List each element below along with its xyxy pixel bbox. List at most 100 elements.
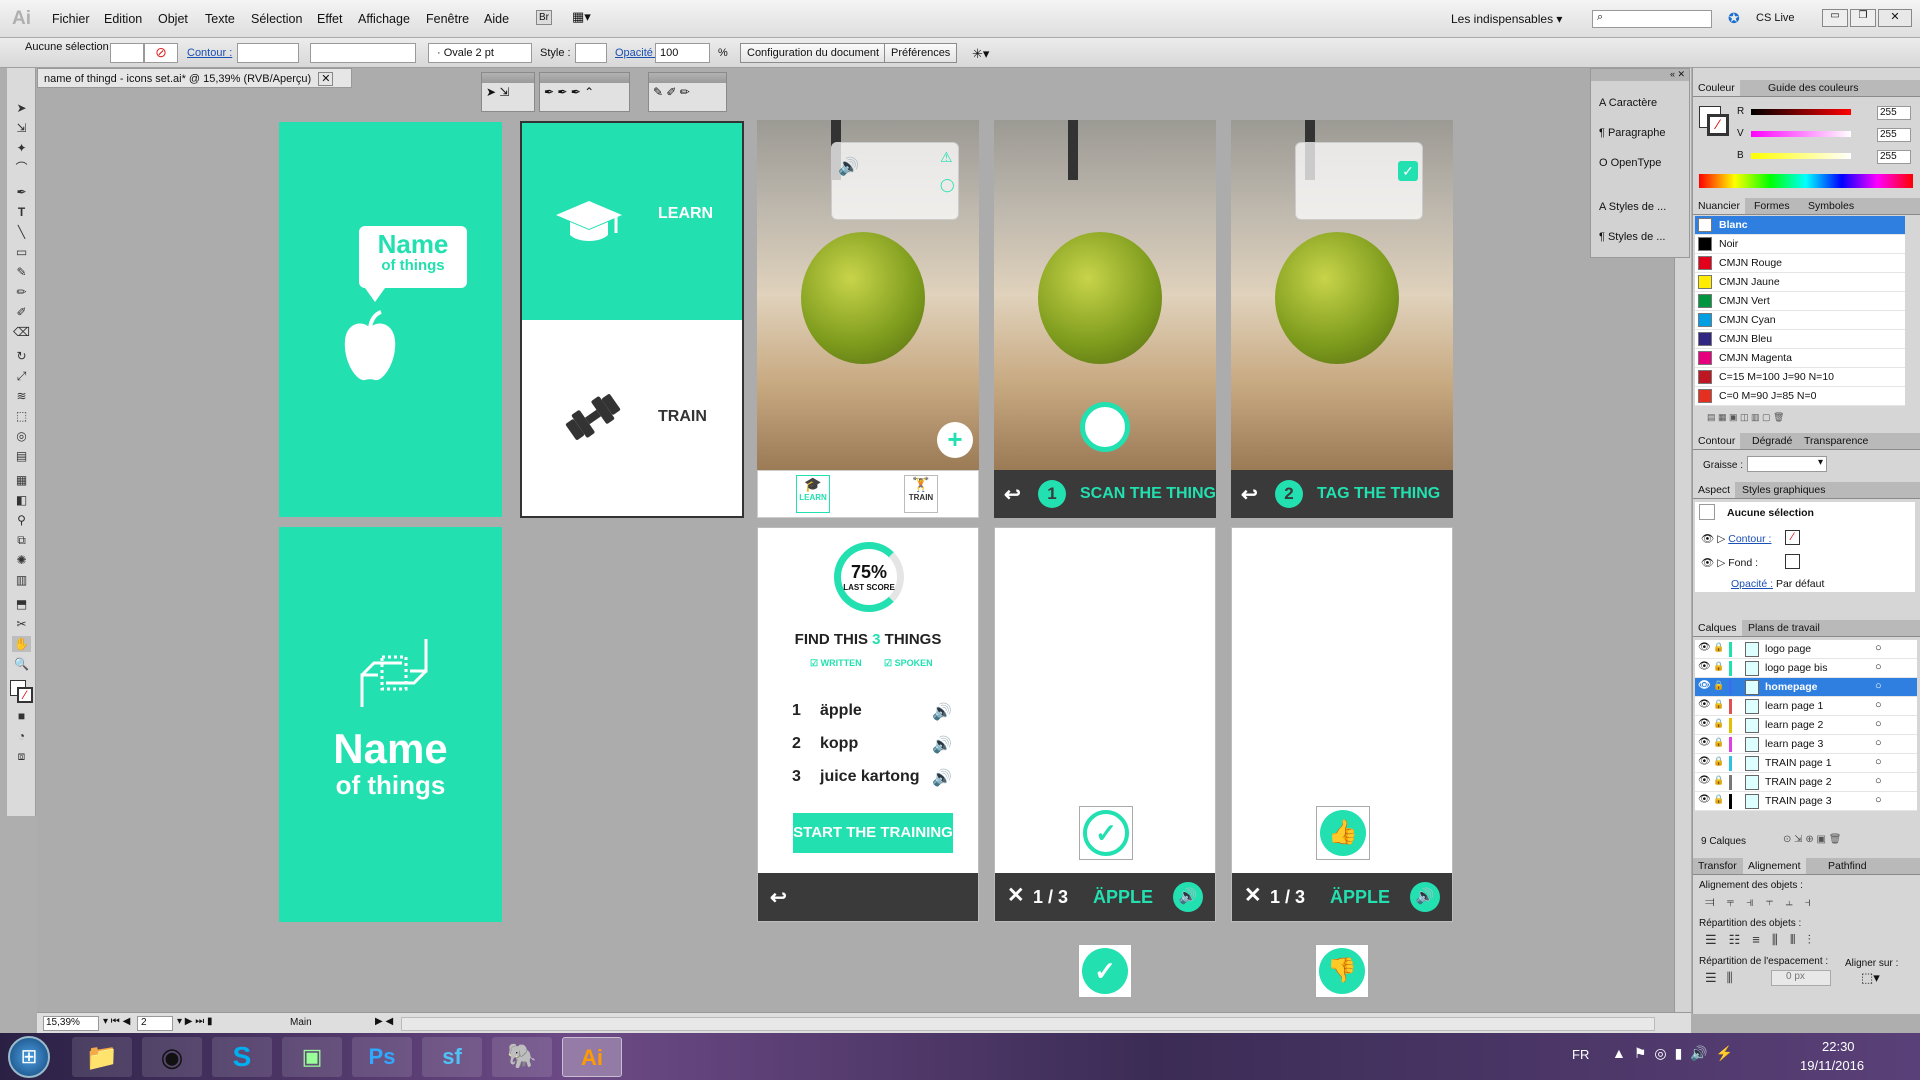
artboard-logo-page-bis[interactable]: Name of things [279,527,502,922]
layer-row[interactable]: 👁 🔒 learn page 2 ○ [1695,716,1917,735]
menu-texte[interactable]: Texte [205,12,235,26]
artboard-nav-icons[interactable]: ▾ ▶ ⏭ ▮ [177,1016,213,1027]
layer-target-icon[interactable]: ○ [1875,680,1882,692]
lock-icon[interactable]: 🔒 [1713,661,1724,672]
layer-row[interactable]: 👁 🔒 TRAIN page 2 ○ [1695,773,1917,792]
close-icon[interactable]: ✕ [1244,883,1262,908]
eyedropper-icon[interactable]: ⚲ [12,512,31,528]
variable-width-profile[interactable] [310,43,416,63]
lock-icon[interactable]: 🔒 [1713,756,1724,767]
tab-train[interactable]: 🏋 TRAIN [904,475,938,513]
align-to-icon[interactable]: ⬚▾ [1861,970,1880,986]
swatch-row[interactable]: CMJN Vert [1695,292,1905,311]
rotate-tool-icon[interactable]: ↻ [12,348,31,364]
green-value[interactable]: 255 [1877,128,1911,142]
speaker-icon[interactable]: 🔊 [1173,882,1203,912]
artboard-number-field[interactable]: 2 [137,1016,173,1031]
fill-swatch[interactable] [110,43,144,63]
lock-icon[interactable]: 🔒 [1713,794,1724,805]
tab-contour[interactable]: Contour [1693,433,1741,449]
red-slider[interactable] [1751,109,1851,115]
speaker-icon[interactable]: 🔊 [932,735,952,755]
color-stroke-icon[interactable]: ⁄ [1707,114,1729,136]
terminal-icon[interactable]: ▣ [282,1037,342,1077]
visibility-eye-icon[interactable]: 👁 [1698,699,1711,710]
layer-row[interactable]: 👁 🔒 logo page ○ [1695,640,1917,659]
visibility-eye-icon[interactable]: 👁 [1698,718,1711,729]
menu-affichage[interactable]: Affichage [358,12,410,26]
written-checkbox[interactable]: ☑ WRITTEN [810,658,862,669]
fill-white-icon[interactable] [1785,554,1800,569]
visibility-eye-icon[interactable]: 👁 [1698,680,1711,691]
clock-date[interactable]: 19/11/2016 [1800,1058,1864,1073]
layer-target-icon[interactable]: ○ [1875,718,1882,730]
symbol-sprayer-icon[interactable]: ✺ [12,552,31,568]
back-arrow-icon[interactable]: ↩ [770,885,787,910]
swatch-row[interactable]: Blanc [1695,216,1905,235]
visibility-eye-icon[interactable]: 👁 [1698,794,1711,805]
add-button[interactable]: + [937,422,973,458]
explorer-icon[interactable]: 📁 [72,1037,132,1077]
blue-slider[interactable] [1751,153,1851,159]
tab-symboles[interactable]: Symboles [1803,198,1859,214]
spoken-checkbox[interactable]: ☑ SPOKEN [884,658,933,669]
swatch-row[interactable]: CMJN Cyan [1695,311,1905,330]
layer-target-icon[interactable]: ○ [1875,642,1882,654]
color-spectrum[interactable] [1699,174,1913,188]
arrange-icon[interactable]: ✳▾ [972,46,989,62]
artboard-tool-icon[interactable]: ⬒ [12,596,31,612]
appearance-opacity-link[interactable]: Opacité : Par défaut [1731,578,1824,590]
layer-row[interactable]: 👁 🔒 TRAIN page 1 ○ [1695,754,1917,773]
tab-formes[interactable]: Formes [1749,198,1795,214]
swatch-row[interactable]: CMJN Magenta [1695,349,1905,368]
status-info[interactable]: Main [290,1017,312,1028]
visibility-eye-icon[interactable]: 👁 [1698,737,1711,748]
layer-row[interactable]: 👁 🔒 logo page bis ○ [1695,659,1917,678]
opacity-field[interactable]: 100 [655,43,710,63]
screen-mode-icon[interactable]: ⧈ [12,748,31,764]
document-tab[interactable]: name of thingd - icons set.ai* @ 15,39% … [37,68,352,88]
red-value[interactable]: 255 [1877,106,1911,120]
illustrator-taskbar-icon[interactable]: Ai [562,1037,622,1077]
distribute-objects-icons[interactable]: ☰☷≡⫼⦀⫶ [1705,932,1823,948]
lock-icon[interactable]: 🔒 [1713,699,1724,710]
graisse-field[interactable]: ▾ [1747,456,1827,472]
panel-para-styles[interactable]: ¶ Styles de ... [1599,231,1665,243]
panel-char-styles[interactable]: A Styles de ... [1599,201,1666,213]
tab-calques[interactable]: Calques [1693,620,1742,636]
tab-transparence[interactable]: Transparence [1799,433,1873,449]
preferences-button[interactable]: Préférences [884,43,958,63]
swatch-row[interactable]: C=15 M=100 J=90 N=10 [1695,368,1905,387]
start-button[interactable]: ⊞ [8,1036,50,1078]
rectangle-tool-icon[interactable]: ▭ [12,244,31,260]
stroke-swatch[interactable]: ⊘ [144,43,178,63]
contour-link[interactable]: Contour : [187,47,232,59]
symfony-icon[interactable]: sf [422,1037,482,1077]
style-picker[interactable] [575,43,607,63]
cslive-menu[interactable]: CS Live [1756,12,1795,24]
swatch-row[interactable]: CMJN Bleu [1695,330,1905,349]
cslive-icon[interactable]: ✪ [1728,10,1740,27]
visibility-eye-icon[interactable]: 👁 [1698,661,1711,672]
artboard-logo-page[interactable]: Name of things [279,122,502,517]
menu-edition[interactable]: Edition [104,12,142,26]
scale-tool-icon[interactable]: ⤢ [12,368,31,384]
menu-aide[interactable]: Aide [484,12,509,26]
lasso-tool-icon[interactable]: ⌒ [12,160,31,176]
tab-alignement[interactable]: Alignement [1743,858,1806,874]
tab-styles-graphiques[interactable]: Styles graphiques [1737,482,1830,498]
layer-row[interactable]: 👁 🔒 learn page 3 ○ [1695,735,1917,754]
skype-icon[interactable]: S [212,1037,272,1077]
panel-opentype[interactable]: O OpenType [1599,157,1661,169]
gradient-tool-icon[interactable]: ◧ [12,492,31,508]
back-arrow-icon[interactable]: ↩ [1004,482,1021,507]
tab-transform[interactable]: Transfor [1693,858,1742,874]
tab-guide-couleurs[interactable]: Guide des couleurs [1763,80,1863,96]
align-objects-icons[interactable]: ⫤⫧⫣⫟⫠⫞ [1705,894,1823,910]
visibility-eye-icon[interactable]: 👁 [1698,756,1711,767]
pen-tool-icon[interactable]: ✒ [12,184,31,200]
speaker-icon[interactable]: 🔊 [1410,882,1440,912]
comment-icon[interactable]: ◯ [940,177,955,193]
pencil-tool-icon[interactable]: ✏ [12,284,31,300]
tab-plans-travail[interactable]: Plans de travail [1743,620,1825,636]
